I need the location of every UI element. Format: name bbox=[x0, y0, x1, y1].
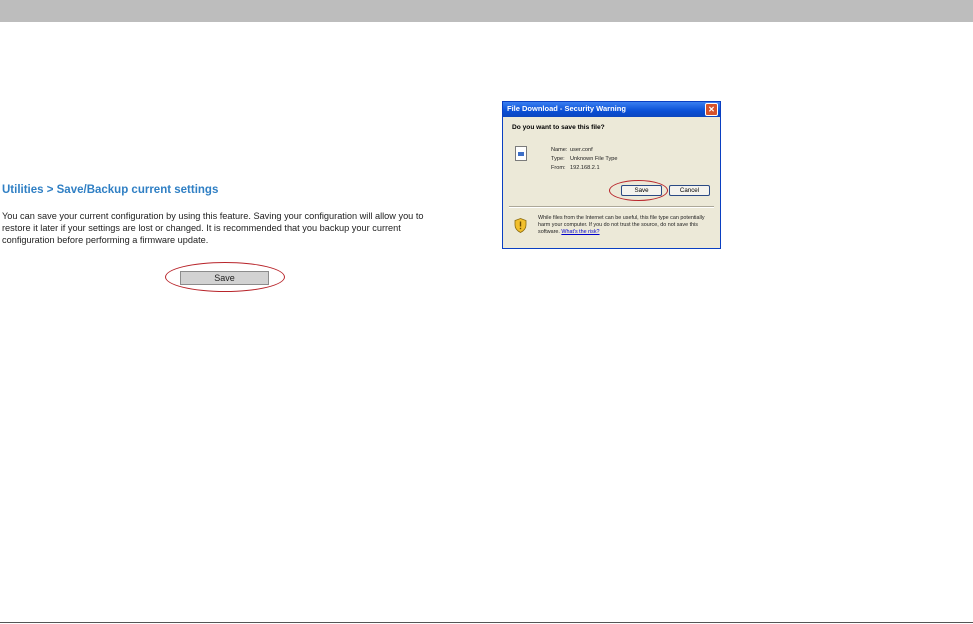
file-icon bbox=[515, 146, 527, 161]
whats-the-risk-link[interactable]: What's the risk? bbox=[561, 229, 599, 235]
dialog-question: Do you want to save this file? bbox=[512, 124, 605, 131]
dialog-cancel-button[interactable]: Cancel bbox=[669, 185, 710, 196]
dialog-save-button[interactable]: Save bbox=[621, 185, 662, 196]
dialog-title-bar[interactable]: File Download - Security Warning ✕ bbox=[503, 102, 720, 117]
shield-warning-icon bbox=[514, 218, 527, 233]
dialog-warning-text: While files from the Internet can be use… bbox=[538, 215, 716, 236]
dialog-title: File Download - Security Warning bbox=[507, 104, 626, 113]
file-download-dialog: File Download - Security Warning ✕ Do yo… bbox=[502, 101, 721, 249]
bottom-rule bbox=[0, 622, 973, 623]
name-value: user.conf bbox=[570, 147, 593, 153]
save-button[interactable]: Save bbox=[180, 271, 269, 285]
type-value: Unknown File Type bbox=[570, 156, 618, 162]
type-label: Type: bbox=[551, 156, 565, 162]
from-value: 192.168.2.1 bbox=[570, 165, 600, 171]
page-title: Utilities > Save/Backup current settings bbox=[2, 184, 219, 196]
top-bar bbox=[0, 0, 973, 22]
dialog-divider bbox=[509, 206, 714, 208]
from-label: From: bbox=[551, 165, 566, 171]
page-description: You can save your current configuration … bbox=[2, 211, 424, 245]
close-icon[interactable]: ✕ bbox=[705, 103, 718, 116]
name-label: Name: bbox=[551, 147, 568, 153]
